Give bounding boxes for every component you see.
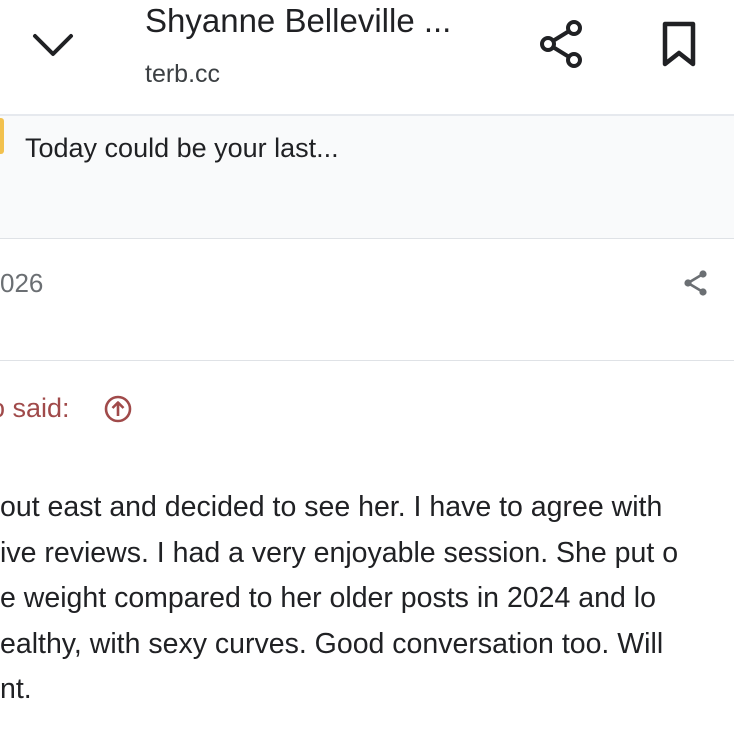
post-date: 026 — [0, 268, 44, 298]
bookmark-icon[interactable] — [658, 20, 700, 68]
post-body-line: e weight compared to her older posts in … — [0, 582, 656, 614]
page-url: terb.cc — [145, 60, 221, 88]
app-header: Shyanne Belleville ... terb.cc — [0, 0, 734, 114]
page-title: Shyanne Belleville ... — [145, 2, 452, 39]
chevron-down-icon[interactable] — [30, 28, 76, 62]
section-divider — [0, 238, 734, 239]
post-share-icon[interactable] — [682, 269, 710, 297]
arrow-up-circle-icon[interactable] — [103, 394, 133, 424]
post-body: out east and decided to see her. I have … — [0, 485, 734, 713]
notice-marker — [0, 118, 4, 154]
post-body-line: nt. — [0, 673, 32, 705]
post-body-line: ealthy, with sexy curves. Good conversat… — [0, 627, 664, 660]
notice-text: Today could be your last... — [25, 133, 339, 163]
share-icon[interactable] — [536, 18, 588, 70]
post-divider — [0, 360, 734, 361]
post-body-line: out east and decided to see her. I have … — [0, 491, 663, 523]
post-body-line: ive reviews. I had a very enjoyable sess… — [0, 536, 679, 569]
quote-attribution[interactable]: o said: — [0, 393, 70, 424]
